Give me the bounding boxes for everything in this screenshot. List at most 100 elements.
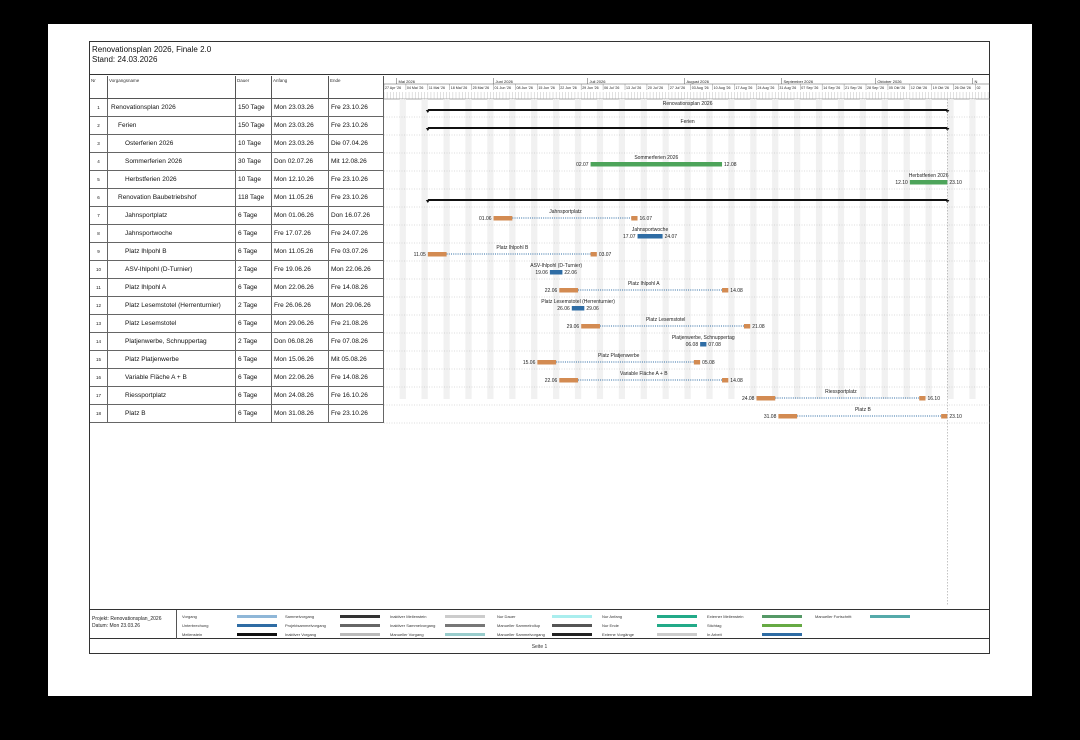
legend-item: Stichtag bbox=[707, 623, 722, 628]
table-row[interactable]: 12 Platz Lesemstotel (Herrenturnier) 2 Tag… bbox=[90, 297, 384, 315]
table-row[interactable]: 16 Variable Fläche A + B6 Tage Mon 22.06.2… bbox=[90, 369, 384, 387]
task-name: Platz Platjenwerbe bbox=[108, 351, 236, 369]
week-label: 26 Okt '26 bbox=[955, 86, 971, 90]
week-label: 24 Aug '26 bbox=[757, 86, 774, 90]
legend-item: Manueller Sammelrollup bbox=[497, 623, 541, 628]
weekend-shade bbox=[574, 99, 582, 399]
bar-start-date: 12.10 bbox=[895, 180, 908, 186]
task-name: Platz Lesemstotel (Herrenturnier) bbox=[108, 297, 236, 315]
week-label: 14 Sep '26 bbox=[823, 86, 840, 90]
legend-item: Externer Meilenstein bbox=[707, 614, 744, 619]
task-bar bbox=[700, 342, 707, 347]
task-duration: 6 Tage bbox=[236, 225, 272, 243]
header-ende: Ende bbox=[329, 76, 384, 99]
weekend-shade bbox=[684, 99, 691, 399]
task-duration: 6 Tage bbox=[236, 315, 272, 333]
legend-symbol bbox=[762, 633, 802, 636]
gantt-chart: Mai 2026 Juni 2026 Juli 2026 August 2026 Sep… bbox=[384, 78, 990, 606]
weekend-shade bbox=[465, 99, 472, 399]
task-grid: Nr Vorgangsname Dauer Anfang Ende 1 Renov… bbox=[90, 76, 990, 606]
table-row[interactable]: 4 Sommerferien 2026 30 Tage Don 02.07.26 Mit… bbox=[90, 153, 384, 171]
task-end: Die 07.04.26 bbox=[329, 135, 384, 153]
task-start: Mon 31.08.26 bbox=[272, 405, 329, 423]
bar-end-date: 24.07 bbox=[665, 234, 678, 240]
task-bar bbox=[571, 306, 585, 311]
bar-end-date: 29.06 bbox=[586, 306, 599, 312]
weekend-shade bbox=[553, 99, 560, 399]
week-label: 12 Okt '26 bbox=[911, 86, 927, 90]
table-row[interactable]: 18 Platz B6 Tage Mon 31.08.26 Fre 23.10.26 bbox=[90, 405, 384, 423]
task-end: Fre 21.08.26 bbox=[329, 315, 384, 333]
table-row[interactable]: 17 Riessportplatz 6 Tage Mon 24.08.26 Fre 16… bbox=[90, 387, 384, 405]
week-label: 13 Jul '26 bbox=[626, 86, 641, 90]
month-label: Juni 2026 bbox=[496, 79, 514, 84]
task-bar-end bbox=[722, 288, 729, 293]
task-bar-end bbox=[743, 324, 751, 329]
weekend-shade bbox=[772, 99, 779, 399]
table-row[interactable]: 1 Renovationsplan 2026 150 Tage Mon 23.03.2… bbox=[90, 99, 384, 117]
task-duration: 118 Tage bbox=[236, 189, 272, 207]
week-label: 20 Jul '26 bbox=[648, 86, 663, 90]
task-bar-start bbox=[778, 414, 798, 419]
legend-symbol bbox=[657, 615, 697, 618]
bar-label: Herbstferien 2026 bbox=[909, 173, 949, 179]
task-end: Fre 23.10.26 bbox=[329, 117, 384, 135]
table-row[interactable]: 15 Platz Platjenwerbe 6 Tage Mon 15.06.26 Mi… bbox=[90, 351, 384, 369]
bar-end-date: 23.10 bbox=[949, 180, 962, 186]
table-row[interactable]: 8 Jahnsportwoche 6 Tage Fre 17.07.26 Fre 24.… bbox=[90, 225, 384, 243]
task-end: Fre 07.08.26 bbox=[329, 333, 384, 351]
table-row[interactable]: 9 Platz Ihlpohl B6 Tage Mon 11.05.26 Fre 03… bbox=[90, 243, 384, 261]
week-label: 02 bbox=[977, 86, 981, 90]
task-bar-end bbox=[919, 396, 926, 401]
task-name: Renovationsplan 2026 bbox=[108, 99, 236, 117]
task-end: Mit 05.08.26 bbox=[329, 351, 384, 369]
week-label: 31 Aug '26 bbox=[779, 86, 796, 90]
table-row[interactable]: 11 Platz Ihlpohl A6 Tage Mon 22.06.26 Fre 1… bbox=[90, 279, 384, 297]
bar-label: Jahnsportwoche bbox=[632, 227, 669, 233]
table-row[interactable]: 2 Ferien 150 Tage Mon 23.03.26 Fre 23.10.26 bbox=[90, 117, 384, 135]
table-row[interactable]: 13 Platz Lesemstotel 6 Tage Mon 29.06.26 Fre… bbox=[90, 315, 384, 333]
table-row[interactable]: 14 Platjenwerbe, Schnuppertag 2 Tage Don 06… bbox=[90, 333, 384, 351]
table-row[interactable]: 5 Herbstferien 2026 10 Tage Mon 12.10.26 Fre… bbox=[90, 171, 384, 189]
bar-start-date: 26.06 bbox=[557, 306, 570, 312]
weekend-shade bbox=[531, 99, 538, 399]
table-row[interactable]: 10 ASV-Ihlpohl (D-Turnier) 2 Tage Fre 19.06… bbox=[90, 261, 384, 279]
task-id: 15 bbox=[90, 351, 108, 369]
table-row[interactable]: 7 Jahnsportplatz 6 Tage Mon 01.06.26 Don 16.… bbox=[90, 207, 384, 225]
weekend-shade bbox=[706, 99, 713, 399]
task-start: Mon 24.08.26 bbox=[272, 387, 329, 405]
bar-label: Ferien bbox=[681, 119, 695, 125]
task-start: Mon 12.10.26 bbox=[272, 171, 329, 189]
task-duration: 6 Tage bbox=[236, 387, 272, 405]
legend-symbol bbox=[445, 624, 485, 627]
header-name: Vorgangsname bbox=[108, 76, 236, 99]
task-bar bbox=[637, 234, 663, 239]
task-name: Variable Fläche A + B bbox=[108, 369, 236, 387]
task-start: Don 02.07.26 bbox=[272, 153, 329, 171]
task-start: Mon 22.06.26 bbox=[272, 279, 329, 297]
bar-start-date: 02.07 bbox=[576, 162, 589, 168]
task-bar-end bbox=[693, 360, 701, 365]
weekend-shade bbox=[443, 99, 450, 399]
summary-bar bbox=[427, 199, 948, 201]
task-name: Jahnsportwoche bbox=[108, 225, 236, 243]
bar-start-date: 22.06 bbox=[545, 288, 558, 294]
task-name: Jahnsportplatz bbox=[108, 207, 236, 225]
task-duration: 6 Tage bbox=[236, 369, 272, 387]
table-row[interactable]: 6 Renovation Baubetriebshof 118 Tage Mon 11… bbox=[90, 189, 384, 207]
gantt-frame: Renovationsplan 2026, Finale 2.0 Stand: … bbox=[89, 41, 990, 654]
title-box: Renovationsplan 2026, Finale 2.0 Stand: … bbox=[90, 42, 989, 75]
task-end: Fre 03.07.26 bbox=[329, 243, 384, 261]
task-name: Herbstferien 2026 bbox=[108, 171, 236, 189]
month-label: Mai 2026 bbox=[399, 79, 416, 84]
week-label: 21 Sep '26 bbox=[845, 86, 862, 90]
task-name: Renovation Baubetriebshof bbox=[108, 189, 236, 207]
header-anfang: Anfang bbox=[272, 76, 329, 99]
table-row[interactable]: 3 Osterferien 2026 10 Tage Mon 23.03.26 Die … bbox=[90, 135, 384, 153]
legend-item: Projektsammelvorgang bbox=[285, 623, 326, 628]
bar-label: Variable Fläche A + B bbox=[620, 371, 668, 377]
legend-symbol bbox=[762, 615, 802, 618]
week-label: 07 Sep '26 bbox=[801, 86, 818, 90]
week-label: 22 Jun '26 bbox=[560, 86, 576, 90]
task-start: Don 06.08.26 bbox=[272, 333, 329, 351]
